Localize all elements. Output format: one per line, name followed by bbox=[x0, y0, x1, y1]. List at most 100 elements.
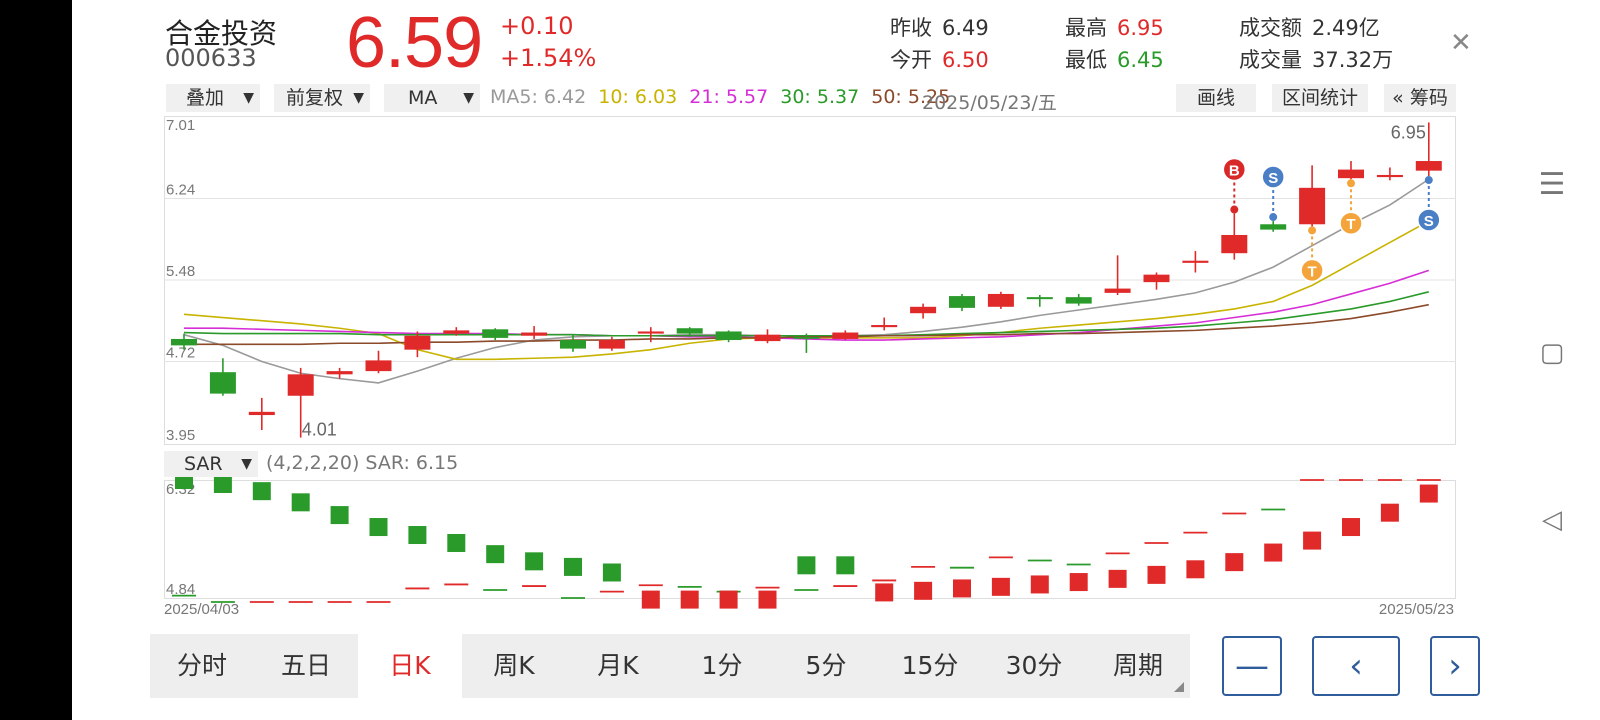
stat-label: 成交额 bbox=[1239, 16, 1302, 40]
y-tick-label: 6.24 bbox=[166, 182, 195, 199]
min-price-label: 4.01 bbox=[302, 420, 337, 440]
price-change: +0.10 bbox=[500, 12, 574, 40]
stock-detail-panel: 合金投资 000633 6.59 +0.10 +1.54% 昨收 6.49 今开 6… bbox=[150, 0, 1490, 720]
sar-dot bbox=[641, 590, 660, 609]
candle-body bbox=[1415, 161, 1442, 171]
y-tick-label: 7.01 bbox=[166, 117, 195, 134]
candle-body bbox=[637, 331, 664, 334]
candle-body bbox=[1065, 297, 1092, 304]
sar-dot bbox=[330, 506, 349, 525]
y-tick-label: 5.48 bbox=[166, 263, 195, 280]
ma30-value: 30: 5.37 bbox=[780, 86, 860, 108]
signal-dot bbox=[1347, 179, 1355, 188]
sar-dot bbox=[447, 533, 466, 552]
sar-dot bbox=[680, 590, 699, 609]
signal-mark: S bbox=[1268, 170, 1278, 187]
adjust-dropdown[interactable]: 前复权 ▼ bbox=[274, 84, 370, 112]
candle-body bbox=[1026, 297, 1053, 300]
tab-30min[interactable]: 30分 bbox=[982, 634, 1086, 698]
prev-button[interactable]: ‹ bbox=[1312, 636, 1400, 696]
tab-daily-k[interactable]: 日K bbox=[358, 634, 462, 698]
current-date: 2025/05/23/五 bbox=[922, 92, 1057, 114]
back-triangle-icon[interactable]: ◁ bbox=[1532, 500, 1572, 540]
candle-body bbox=[1182, 260, 1209, 263]
sar-dot bbox=[1380, 503, 1399, 522]
tab-monthly-k[interactable]: 月K bbox=[566, 634, 670, 698]
sar-dot bbox=[291, 493, 310, 512]
candle-body bbox=[326, 371, 353, 375]
max-price-label: 6.95 bbox=[1391, 122, 1426, 142]
menu-icon[interactable]: ☰ bbox=[1532, 165, 1572, 205]
stat-open: 今开 6.50 bbox=[890, 44, 989, 74]
y-tick-label: 4.72 bbox=[166, 344, 195, 361]
tab-wuri[interactable]: 五日 bbox=[254, 634, 358, 698]
close-icon[interactable]: ✕ bbox=[1450, 28, 1472, 58]
sar-dot bbox=[602, 563, 621, 582]
tab-1min[interactable]: 1分 bbox=[670, 634, 774, 698]
y-tick-label: 3.95 bbox=[166, 427, 195, 444]
sar-dot bbox=[1264, 543, 1283, 562]
price-change-percent: +1.54% bbox=[500, 44, 597, 72]
current-price: 6.59 bbox=[346, 3, 483, 83]
candle-body bbox=[1221, 234, 1248, 254]
candle-body bbox=[287, 374, 314, 396]
sar-dot bbox=[1342, 518, 1360, 537]
adjust-label: 前复权 bbox=[286, 87, 344, 109]
kline-chart[interactable]: 7.016.245.484.723.95 4.016.95B STT S6.324.8… bbox=[164, 116, 1456, 616]
tab-15min[interactable]: 15分 bbox=[878, 634, 982, 698]
ma5-value: MA5: 6.42 bbox=[490, 86, 587, 108]
dropdown-arrow-icon: ▼ bbox=[463, 90, 474, 106]
sar-dot bbox=[252, 482, 271, 501]
stat-low: 最低 6.45 bbox=[1065, 44, 1164, 74]
stat-label: 成交量 bbox=[1239, 48, 1302, 72]
next-button[interactable]: › bbox=[1430, 636, 1480, 696]
sar-dot bbox=[758, 590, 777, 609]
candle-body bbox=[404, 335, 431, 350]
candle-body bbox=[521, 332, 548, 336]
sar-dot bbox=[213, 474, 232, 493]
ma21-value: 21: 5.57 bbox=[689, 86, 769, 108]
sar-indicator-dropdown[interactable]: SAR ▼ bbox=[164, 451, 258, 477]
sar-dot bbox=[1108, 569, 1127, 588]
tab-weekly-k[interactable]: 周K bbox=[462, 634, 566, 698]
stat-value: 6.50 bbox=[942, 48, 989, 72]
range-stats-button[interactable]: 区间统计 bbox=[1272, 84, 1368, 112]
sar-dot bbox=[953, 579, 971, 598]
candle-body bbox=[987, 293, 1014, 307]
sar-dot bbox=[369, 518, 388, 537]
signal-mark: T bbox=[1346, 216, 1355, 233]
x-axis-start-date: 2025/04/03 bbox=[164, 601, 239, 616]
sar-dot bbox=[564, 557, 582, 576]
system-nav-bar: ☰ ▢ ◁ bbox=[1490, 0, 1600, 720]
stat-value: 6.49 bbox=[942, 16, 989, 40]
home-square-icon[interactable]: ▢ bbox=[1532, 333, 1572, 373]
candle-body bbox=[365, 360, 392, 372]
x-axis-end-date: 2025/05/23 bbox=[1379, 601, 1454, 616]
candle-body bbox=[1338, 169, 1364, 179]
tab-fenshi[interactable]: 分时 bbox=[150, 634, 254, 698]
signal-mark: B bbox=[1229, 163, 1240, 180]
sar-dot bbox=[875, 583, 894, 602]
sar-label: SAR bbox=[184, 453, 223, 475]
candle-body bbox=[715, 331, 742, 341]
stat-label: 最高 bbox=[1065, 16, 1107, 40]
stock-code: 000633 bbox=[165, 44, 257, 72]
candle-body bbox=[871, 325, 898, 328]
candle-body bbox=[676, 328, 703, 334]
dropdown-arrow-icon: ▼ bbox=[241, 456, 252, 472]
indicator-dropdown[interactable]: MA ▼ bbox=[384, 84, 480, 112]
zoom-out-button[interactable]: — bbox=[1222, 636, 1282, 696]
tab-5min[interactable]: 5分 bbox=[774, 634, 878, 698]
sar-frame bbox=[164, 480, 1456, 599]
candle-body bbox=[1143, 274, 1170, 283]
stat-value: 6.45 bbox=[1117, 48, 1164, 72]
stat-high: 最高 6.95 bbox=[1065, 12, 1164, 42]
stat-value: 2.49亿 bbox=[1312, 16, 1380, 40]
draw-button[interactable]: 画线 bbox=[1176, 84, 1256, 112]
overlay-dropdown[interactable]: 叠加 ▼ bbox=[166, 84, 260, 112]
indicator-label: MA bbox=[408, 87, 438, 109]
stat-volume: 成交量 37.32万 bbox=[1239, 44, 1393, 74]
sar-dot bbox=[1225, 553, 1244, 572]
dropdown-arrow-icon: ▼ bbox=[353, 90, 364, 106]
chips-button[interactable]: « 筹码 bbox=[1384, 84, 1456, 112]
